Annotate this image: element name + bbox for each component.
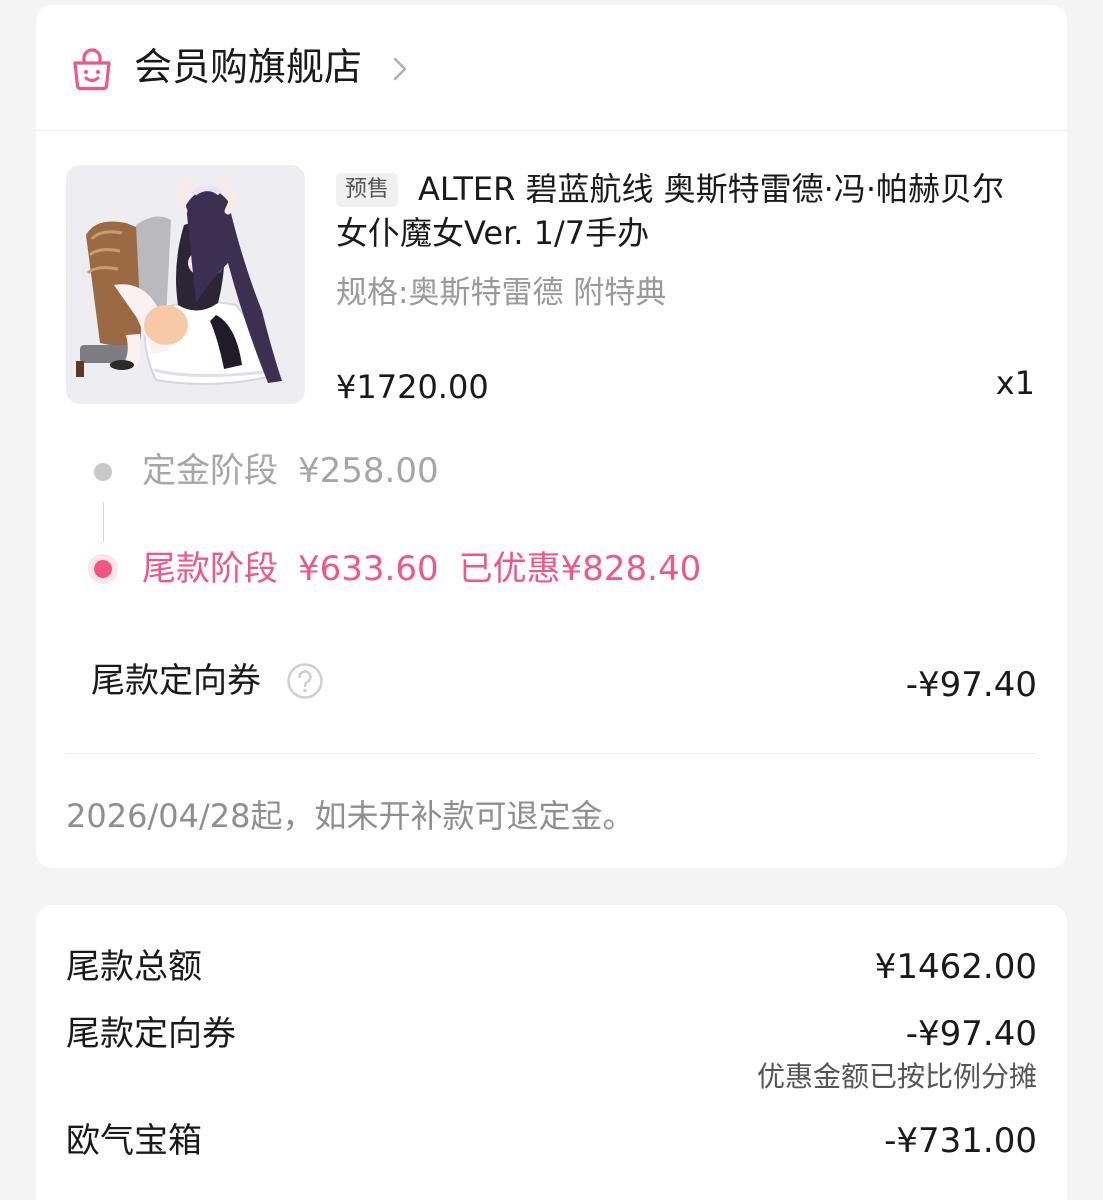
presale-badge: 预售 <box>336 173 399 207</box>
balance-total-label: 尾款总额 <box>66 947 202 987</box>
product-image[interactable] <box>66 165 305 404</box>
balance-stage-dot <box>94 560 112 578</box>
question-icon[interactable] <box>286 662 324 700</box>
balance-stage: 尾款阶段 ¥633.60 已优惠¥828.40 <box>142 545 721 593</box>
product-title-text: ALTER 碧蓝航线 奥斯特雷德·冯·帕赫贝尔 女仆魔女Ver. 1/7手办 <box>336 170 1005 252</box>
summary-coupon-value: -¥97.40 <box>905 1014 1037 1054</box>
chevron-right-icon[interactable] <box>390 55 410 83</box>
summary-card: 尾款总额 ¥1462.00 尾款定向券 -¥97.40 优惠金额已按比例分摊 欧… <box>36 905 1067 1200</box>
deposit-stage: 定金阶段 ¥258.00 <box>142 447 459 495</box>
product-spec: 规格:奥斯特雷德 附特典 <box>336 275 667 311</box>
deposit-stage-amount: ¥258.00 <box>298 451 439 491</box>
product-title[interactable]: 预售 ALTER 碧蓝航线 奥斯特雷德·冯·帕赫贝尔 女仆魔女Ver. 1/7手办 <box>336 167 1036 255</box>
coupon-value: -¥97.40 <box>905 665 1037 705</box>
balance-stage-amount: ¥633.60 <box>298 549 439 589</box>
shopping-bag-icon <box>73 48 111 91</box>
order-card: 会员购旗舰店 预售 ALTER 碧蓝航线 奥斯特雷德·冯·帕赫贝尔 女仆魔女Ve… <box>36 5 1067 868</box>
balance-stage-discount: 已优惠¥828.40 <box>458 549 702 589</box>
product-price: ¥1720.00 <box>336 368 489 406</box>
figure-illustration <box>66 165 305 404</box>
store-name[interactable]: 会员购旗舰店 <box>134 41 362 93</box>
coupon-label: 尾款定向券 <box>91 661 261 701</box>
lucky-chest-label: 欧气宝箱 <box>66 1121 202 1161</box>
product-quantity: x1 <box>995 364 1035 402</box>
balance-total-value: ¥1462.00 <box>874 947 1037 987</box>
refund-note: 2026/04/28起，如未开补款可退定金。 <box>66 797 635 835</box>
balance-stage-label: 尾款阶段 <box>142 549 278 589</box>
summary-coupon-label: 尾款定向券 <box>66 1014 236 1054</box>
divider <box>66 753 1037 754</box>
deposit-stage-label: 定金阶段 <box>142 451 278 491</box>
summary-coupon-note: 优惠金额已按比例分摊 <box>756 1060 1037 1093</box>
store-header[interactable]: 会员购旗舰店 <box>36 5 1067 131</box>
deposit-stage-dot <box>94 463 112 481</box>
stage-connector <box>103 502 104 542</box>
lucky-chest-value: -¥731.00 <box>884 1121 1037 1161</box>
